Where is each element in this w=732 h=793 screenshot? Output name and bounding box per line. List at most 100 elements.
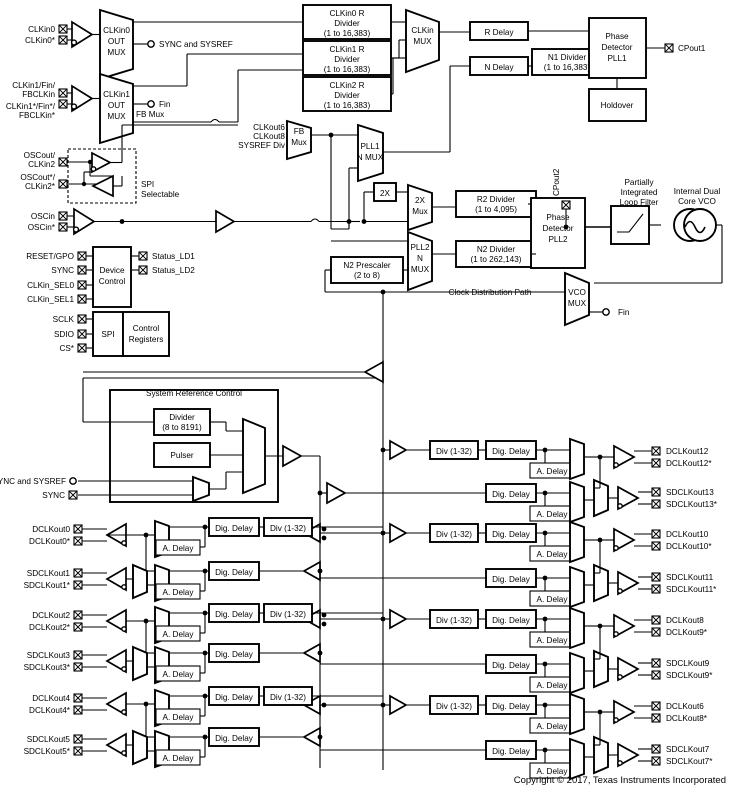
internal-dual-core-vco (673, 208, 717, 242)
label-oscin: OSCin (31, 212, 56, 221)
system-reference-output-mux[interactable] (242, 417, 266, 495)
pin-sync-devctl[interactable] (77, 265, 87, 275)
pin-in-l2-n[interactable] (73, 580, 83, 590)
sdclk-mux-r8[interactable] (593, 735, 609, 775)
sdclk-mux-r6[interactable] (593, 649, 609, 689)
outmux-r7[interactable] (569, 692, 585, 736)
clkin0-r-divider-line3: (1 to 16,383) (324, 29, 371, 38)
adelay-r7-label: A. Delay (537, 722, 569, 731)
pin-out-r3-n[interactable] (651, 541, 661, 551)
pin-out-r8-p[interactable] (651, 744, 661, 754)
outmux-r8[interactable] (569, 737, 585, 781)
pin-sdio[interactable] (77, 329, 87, 339)
pin-clkin0-n[interactable] (58, 35, 68, 45)
buffer-r1 (389, 439, 408, 461)
pin-out-r5-p[interactable] (651, 615, 661, 625)
pin-in-l5-p[interactable] (73, 693, 83, 703)
outmux-r2[interactable] (569, 480, 585, 524)
pin-cs-n[interactable] (77, 343, 87, 353)
pin-in-l6-n[interactable] (73, 746, 83, 756)
pd-pll1-line3: PLL1 (607, 54, 627, 63)
pin-in-l2-p[interactable] (73, 568, 83, 578)
label-status-ld2: Status_LD2 (152, 266, 195, 275)
sdclk-inmux-l2[interactable] (132, 563, 148, 600)
control-registers-block[interactable] (122, 311, 170, 357)
pin-status-ld2[interactable] (138, 265, 148, 275)
outmux-r5[interactable] (569, 606, 585, 650)
pin-out-r7-p[interactable] (651, 701, 661, 711)
pin-clkin0[interactable] (58, 24, 68, 34)
pin-out-r2-n[interactable] (651, 499, 661, 509)
pin-in-l4-n[interactable] (73, 662, 83, 672)
invert-bubble-r1 (613, 462, 619, 468)
digdelay-r1-label: Dig. Delay (492, 447, 531, 456)
pin-clkin1-n[interactable] (58, 99, 68, 109)
pin-oscout-n[interactable] (58, 179, 68, 189)
adelay-r1-label: A. Delay (537, 467, 569, 476)
outmux-r3[interactable] (569, 520, 585, 564)
pin-oscin[interactable] (58, 211, 68, 221)
pd-pll1-line1: Phase (605, 32, 629, 41)
pin-out-r5-n[interactable] (651, 627, 661, 637)
invert-bubble-r3 (613, 545, 619, 551)
adelay-l6-label: A. Delay (163, 754, 195, 763)
pin-sync-in[interactable] (68, 490, 78, 500)
pin-cpout2[interactable] (561, 200, 571, 210)
label-in-l2-n: SDCLKout1* (24, 581, 71, 590)
label-reset-gpo: RESET/GPO (26, 252, 74, 261)
pin-out-r3-p[interactable] (651, 529, 661, 539)
sync-and-sysref-in-node (69, 477, 77, 485)
pin-cpout1[interactable] (664, 43, 674, 53)
pin-in-l6-p[interactable] (73, 734, 83, 744)
sdclk-mux-r2[interactable] (593, 478, 609, 518)
sdclk-inmux-l6[interactable] (132, 729, 148, 766)
label-fin-2: Fin (618, 308, 630, 317)
pin-out-r6-p[interactable] (651, 658, 661, 668)
system-reference-control-title: System Reference Control (146, 389, 242, 398)
label-out-r7-n: DCLKout8* (666, 714, 708, 723)
invert-bubble-spi-top (90, 166, 97, 172)
pin-status-ld1[interactable] (138, 251, 148, 261)
pin-out-r1-p[interactable] (651, 446, 661, 456)
invert-bubble-r5 (613, 631, 619, 637)
pin-out-r4-p[interactable] (651, 572, 661, 582)
pin-in-l3-n[interactable] (73, 622, 83, 632)
pin-in-l5-n[interactable] (73, 705, 83, 715)
sdclk-inmux-l4[interactable] (132, 645, 148, 682)
pin-in-l1-p[interactable] (73, 524, 83, 534)
digdelay-r2-label: Dig. Delay (492, 490, 531, 499)
pin-reset-gpo[interactable] (77, 251, 87, 261)
pin-out-r2-p[interactable] (651, 487, 661, 497)
outmux-r4[interactable] (569, 565, 585, 609)
pin-clkin-sel0[interactable] (77, 280, 87, 290)
label-out-r1-n: DCLKout12* (666, 459, 712, 468)
pin-in-l3-p[interactable] (73, 610, 83, 620)
outmux-r6[interactable] (569, 651, 585, 695)
label-out-r4-p: SDCLKout11 (666, 573, 714, 582)
pin-out-r1-n[interactable] (651, 458, 661, 468)
digdelay-r8-label: Dig. Delay (492, 747, 531, 756)
spi-buffer-bottom (91, 174, 114, 198)
pin-clkin-sel1[interactable] (77, 294, 87, 304)
pin-in-l4-p[interactable] (73, 650, 83, 660)
loop-filter-block[interactable] (610, 205, 650, 245)
spi-label: SPI (101, 330, 114, 339)
outmux-r1[interactable] (569, 437, 585, 481)
phase-detector-pll2[interactable] (530, 197, 586, 269)
pin-oscout[interactable] (58, 157, 68, 167)
pin-out-r4-n[interactable] (651, 584, 661, 594)
pin-out-r6-n[interactable] (651, 670, 661, 680)
clkin1-r-divider-line3: (1 to 16,383) (324, 65, 371, 74)
invert-bubble-clkin1 (70, 103, 78, 110)
label-sync-and-sysref-in: SYNC and SYSREF (0, 477, 66, 486)
sdclk-mux-r4[interactable] (593, 563, 609, 603)
pin-out-r8-n[interactable] (651, 756, 661, 766)
pin-clkin1[interactable] (58, 88, 68, 98)
pin-sclk[interactable] (77, 314, 87, 324)
pin-oscin-n[interactable] (58, 222, 68, 232)
div-l3-label: Div (1-32) (270, 610, 306, 619)
adelay-r6-label: A. Delay (537, 681, 569, 690)
adelay-l2-label: A. Delay (163, 588, 195, 597)
pin-out-r7-n[interactable] (651, 713, 661, 723)
pin-in-l1-n[interactable] (73, 536, 83, 546)
